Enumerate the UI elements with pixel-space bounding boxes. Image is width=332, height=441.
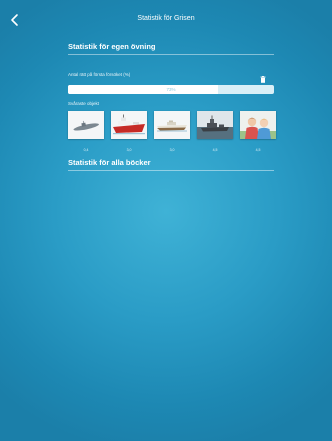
hardest-object-value: 3,0 bbox=[169, 148, 175, 152]
hardest-objects-label: Svåraste objekt bbox=[68, 101, 100, 106]
statistics-screen: Statistik för Grisen Statistik för egen … bbox=[0, 0, 332, 441]
warship-icon bbox=[197, 111, 233, 139]
hardest-object-value: 4,5 bbox=[255, 148, 261, 152]
hardest-object-thumb[interactable] bbox=[111, 111, 147, 139]
first-try-progress-bar: 73% bbox=[68, 85, 274, 94]
trash-icon[interactable] bbox=[260, 70, 266, 83]
top-bar: Statistik för Grisen bbox=[0, 0, 332, 40]
own-exercise-divider bbox=[68, 54, 274, 55]
hardest-object-thumb[interactable] bbox=[68, 111, 104, 139]
hardest-objects-list: 0,4 3,0 3,0 4,5 4,5 bbox=[68, 111, 278, 155]
hardest-object-thumb[interactable] bbox=[240, 111, 276, 139]
hardest-object-value: 3,0 bbox=[126, 148, 132, 152]
page-title: Statistik för Grisen bbox=[137, 15, 195, 22]
submarine-icon bbox=[68, 111, 104, 139]
hardest-object-thumb[interactable] bbox=[154, 111, 190, 139]
first-try-label: Antal rätt på första försöket (%) bbox=[68, 72, 131, 77]
all-books-divider bbox=[68, 170, 274, 171]
hardest-object-thumb[interactable] bbox=[197, 111, 233, 139]
boat-icon bbox=[154, 111, 190, 139]
ship-icon bbox=[111, 111, 147, 139]
hardest-object-value: 4,5 bbox=[212, 148, 218, 152]
progress-percentage: 73% bbox=[166, 87, 176, 92]
hardest-object-value: 0,4 bbox=[83, 148, 89, 152]
own-exercise-heading: Statistik för egen övning bbox=[68, 42, 156, 51]
all-books-heading: Statistik för alla böcker bbox=[68, 158, 151, 167]
children-icon bbox=[240, 111, 276, 139]
